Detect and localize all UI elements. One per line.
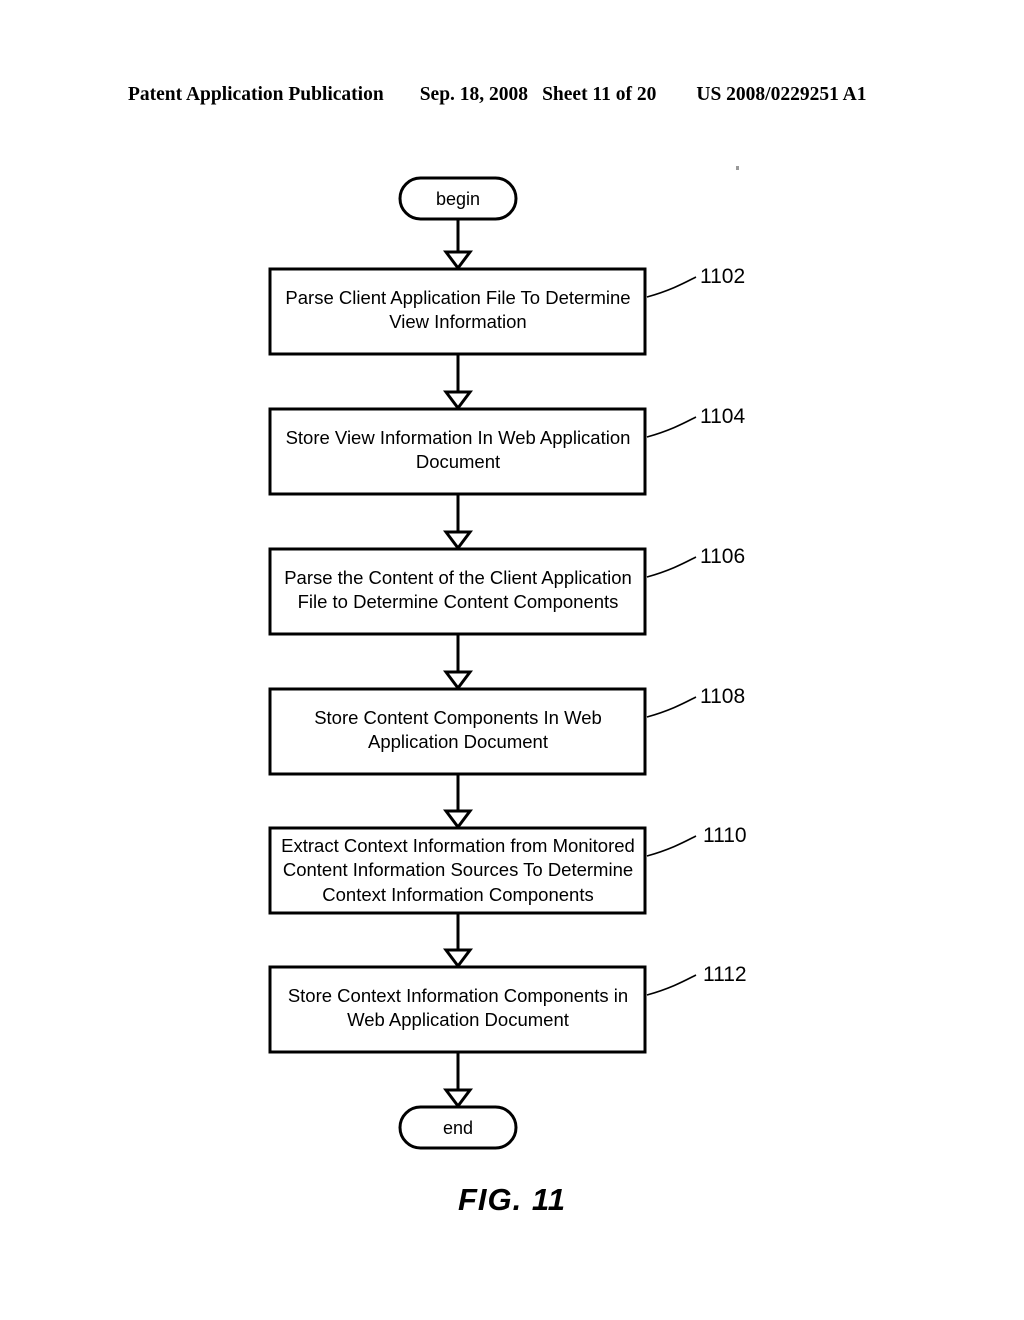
connector-begin-to-1102-arrowhead	[443, 250, 473, 271]
connector-1108-to-1110-arrowhead	[443, 809, 473, 830]
connector-1106-to-1108-arrowhead	[443, 670, 473, 691]
reference-numeral-1110: 1110	[703, 824, 747, 847]
step-1102-box	[268, 267, 647, 356]
step-1104-box	[268, 407, 647, 496]
step-1112-leader-line	[646, 974, 697, 996]
reference-numeral-1104: 1104	[700, 405, 746, 428]
connector-1102-to-1104-arrowhead	[443, 390, 473, 411]
flowchart-diagram: begin end Parse Client Application File …	[0, 0, 1024, 1320]
step-1110-leader-line	[646, 835, 697, 857]
reference-numeral-1106: 1106	[700, 545, 746, 568]
step-1112-box	[268, 965, 647, 1054]
connector-1104-to-1106-arrowhead	[443, 530, 473, 551]
step-1108-leader-line	[646, 696, 697, 718]
end-terminator-shape	[398, 1105, 518, 1150]
figure-caption: FIG. 11	[457, 1182, 567, 1217]
step-1110-box	[268, 826, 647, 915]
reference-numeral-1112: 1112	[703, 963, 747, 986]
step-1104-leader-line	[646, 416, 697, 438]
step-1108-box	[268, 687, 647, 776]
step-1102-leader-line	[646, 276, 697, 298]
step-1106-leader-line	[646, 556, 697, 578]
begin-terminator-shape	[398, 176, 518, 221]
reference-numeral-1102: 1102	[700, 265, 746, 288]
connector-1112-to-end-arrowhead	[443, 1088, 473, 1109]
step-1106-box	[268, 547, 647, 636]
reference-numeral-1108: 1108	[700, 685, 746, 708]
flowchart-vector-layer	[268, 176, 697, 1150]
connector-1110-to-1112-arrowhead	[443, 948, 473, 969]
